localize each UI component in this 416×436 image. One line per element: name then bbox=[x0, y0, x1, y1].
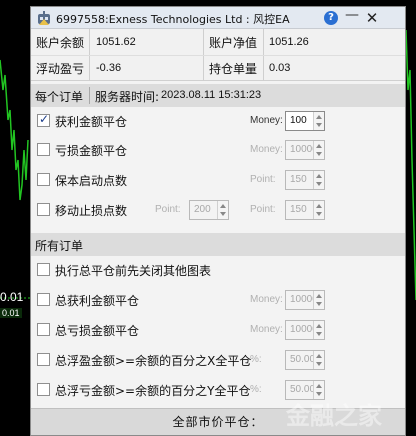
position-volume-value: 0.03 bbox=[269, 62, 291, 74]
breakeven-point-input[interactable]: 150 bbox=[285, 170, 325, 190]
list-item: 总亏损金额平仓 Money: 10000 bbox=[31, 317, 405, 345]
percent-label: %: bbox=[250, 354, 262, 365]
breakeven-checkbox[interactable] bbox=[37, 173, 50, 186]
trailing-stop-checkbox[interactable] bbox=[37, 203, 50, 216]
spin-arrows-icon[interactable] bbox=[313, 321, 324, 339]
close-other-charts-label: 执行总平仓前先关闭其他图表 bbox=[55, 264, 212, 278]
robot-icon bbox=[38, 11, 50, 25]
money-label: Money: bbox=[250, 294, 283, 305]
spin-arrows-icon[interactable] bbox=[313, 141, 324, 159]
floating-pl-label: 浮动盈亏 bbox=[36, 62, 85, 76]
percent-label: %: bbox=[250, 384, 262, 395]
price-label-large: 0.01 bbox=[0, 290, 24, 304]
money-label: Money: bbox=[250, 324, 283, 335]
per-order-title: 每个订单 bbox=[35, 90, 84, 104]
take-profit-money-input[interactable]: 100 bbox=[285, 111, 325, 131]
total-profit-label: 总获利金额平仓 bbox=[55, 294, 140, 308]
server-time-label: 服务器时间: bbox=[95, 90, 160, 104]
trailing-step-point-input[interactable]: 150 bbox=[285, 200, 325, 220]
title-bar[interactable]: 6997558:Exness Technologies Ltd : 风控EA ?… bbox=[31, 7, 405, 29]
floating-loss-percent-label: 总浮亏金额>=余额的百分之Y全平仓 bbox=[55, 384, 251, 398]
position-volume-label: 持仓单量 bbox=[209, 62, 258, 76]
spin-arrows-icon[interactable] bbox=[313, 112, 324, 130]
list-item: 保本启动点数 Point: 150 bbox=[31, 167, 405, 195]
minimize-button[interactable]: — bbox=[345, 8, 359, 25]
floating-pl-value: -0.36 bbox=[96, 62, 122, 74]
list-item: 总获利金额平仓 Money: 10000 bbox=[31, 287, 405, 315]
total-profit-money-input[interactable]: 10000 bbox=[285, 290, 325, 310]
ea-window: 6997558:Exness Technologies Ltd : 风控EA ?… bbox=[30, 6, 406, 436]
total-loss-money-input[interactable]: 10000 bbox=[285, 320, 325, 340]
equity-value: 1051.26 bbox=[269, 36, 309, 48]
floating-profit-percent-label: 总浮盈金额>=余额的百分之X全平仓 bbox=[55, 354, 252, 368]
all-orders-header: 所有订单 bbox=[31, 233, 405, 256]
window-title: 6997558:Exness Technologies Ltd : 风控EA bbox=[56, 13, 290, 26]
equity-label: 账户净值 bbox=[209, 36, 258, 50]
total-profit-checkbox[interactable] bbox=[37, 293, 50, 306]
close-button[interactable]: ✕ bbox=[364, 10, 380, 26]
balance-label: 账户余额 bbox=[36, 36, 85, 50]
account-summary: 账户余额 1051.62 账户净值 1051.26 浮动盈亏 -0.36 持仓单… bbox=[31, 29, 405, 81]
total-loss-label: 总亏损金额平仓 bbox=[55, 324, 140, 338]
divider bbox=[31, 55, 405, 56]
stop-loss-money-input[interactable]: 10000 bbox=[285, 140, 325, 160]
divider bbox=[89, 87, 90, 104]
trailing-stop-label: 移动止损点数 bbox=[55, 204, 128, 218]
take-profit-checkbox[interactable] bbox=[37, 112, 50, 127]
list-item: 获利金额平仓 Money: 100 bbox=[31, 108, 405, 136]
close-other-charts-checkbox[interactable] bbox=[37, 263, 50, 276]
list-item: 总浮盈金额>=余额的百分之X全平仓 %: 50.00 bbox=[31, 347, 405, 375]
list-item: 执行总平仓前先关闭其他图表 bbox=[31, 257, 405, 285]
list-item: 移动止损点数 Point: 200 Point: 150 bbox=[31, 197, 405, 225]
spin-arrows-icon[interactable] bbox=[313, 351, 324, 369]
per-order-header: 每个订单 服务器时间: 2023.08.11 15:31:23 bbox=[31, 84, 405, 107]
floating-profit-percent-checkbox[interactable] bbox=[37, 353, 50, 366]
spin-arrows-icon[interactable] bbox=[217, 201, 228, 219]
price-line-right bbox=[405, 29, 416, 301]
balance-value: 1051.62 bbox=[96, 36, 136, 48]
stop-loss-checkbox[interactable] bbox=[37, 143, 50, 156]
spin-arrows-icon[interactable] bbox=[313, 201, 324, 219]
point-label: Point: bbox=[250, 204, 276, 215]
point-label: Point: bbox=[250, 174, 276, 185]
server-time-value: 2023.08.11 15:31:23 bbox=[161, 89, 262, 101]
money-label: Money: bbox=[250, 144, 283, 155]
floating-loss-percent-checkbox[interactable] bbox=[37, 383, 50, 396]
watermark-logo: 金融之家 bbox=[286, 402, 382, 430]
list-item: 亏损金额平仓 Money: 10000 bbox=[31, 137, 405, 165]
breakeven-label: 保本启动点数 bbox=[55, 174, 128, 188]
price-line-left bbox=[0, 59, 29, 201]
trailing-start-point-input[interactable]: 200 bbox=[189, 200, 229, 220]
point-label: Point: bbox=[155, 204, 181, 215]
spin-arrows-icon[interactable] bbox=[313, 291, 324, 309]
all-orders-title: 所有订单 bbox=[35, 239, 84, 253]
floating-profit-percent-input[interactable]: 50.00 bbox=[285, 350, 325, 370]
help-button[interactable]: ? bbox=[324, 11, 338, 25]
price-label-small: 0.01 bbox=[0, 308, 22, 318]
total-loss-checkbox[interactable] bbox=[37, 323, 50, 336]
spin-arrows-icon[interactable] bbox=[313, 171, 324, 189]
take-profit-label: 获利金额平仓 bbox=[55, 115, 128, 129]
money-label: Money: bbox=[250, 115, 283, 126]
stop-loss-label: 亏损金额平仓 bbox=[55, 144, 128, 158]
